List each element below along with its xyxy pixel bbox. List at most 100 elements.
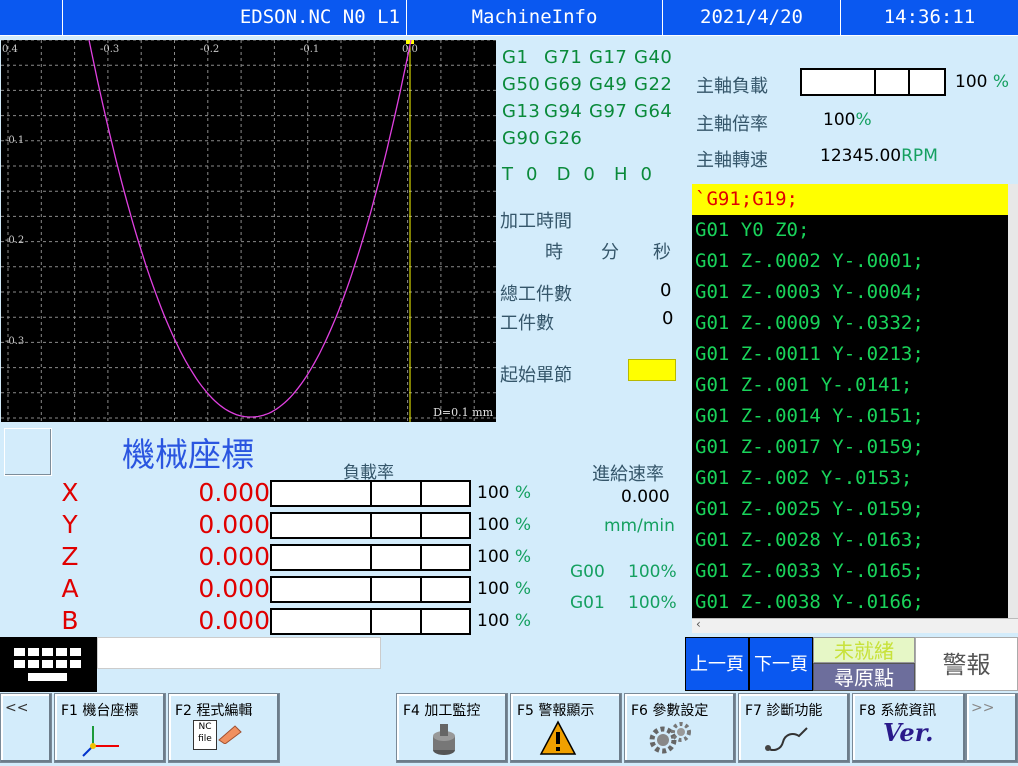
program-line[interactable]: G01 Z-.0038 Y-.0166; xyxy=(692,587,1008,618)
fkey-back[interactable]: << xyxy=(0,693,52,763)
title-bar: EDSON.NC N0 L1 MachineInfo 2021/4/20 14:… xyxy=(0,0,1018,36)
gear-icon xyxy=(649,722,691,754)
g00-override-value: 100% xyxy=(628,562,677,582)
message-area xyxy=(97,669,381,693)
program-line[interactable]: G01 Z-.001 Y-.0141; xyxy=(692,370,1008,401)
feed-rate-label: 進給速率 xyxy=(592,464,664,485)
modal-gcode-row: G13 G94 G97 G64 xyxy=(502,101,673,122)
spindle-load-bar xyxy=(800,68,946,96)
version-icon: Ver. xyxy=(883,718,934,747)
machining-time-label: 加工時間 xyxy=(500,211,572,232)
title-bar-blank xyxy=(0,0,62,35)
hour-label: 時 xyxy=(545,242,563,263)
time-display: 14:36:11 xyxy=(840,0,1018,35)
program-line[interactable]: G01 Z-.0002 Y-.0001; xyxy=(692,246,1008,277)
program-line[interactable]: G01 Y0 Z0; xyxy=(692,215,1008,246)
toolpath-plot[interactable]: 0.4 -0.3 -0.2 -0.1 0.0 -0.1 -0.2 -0.3 D=… xyxy=(1,39,496,422)
axis-load-value: 100 % xyxy=(477,515,532,535)
fkey-f2-program-edit[interactable]: F2 程式編輯 NC file xyxy=(168,693,280,763)
program-line[interactable]: G01 Z-.0014 Y-.0151; xyxy=(692,401,1008,432)
axis-label: A xyxy=(61,574,79,603)
axis-load-bar xyxy=(270,544,471,571)
modal-gcode-row: G50 G69 G49 G22 xyxy=(502,74,673,95)
axis-load-bar xyxy=(270,480,471,507)
program-line[interactable]: G01 Z-.0011 Y-.0213; xyxy=(692,339,1008,370)
keyboard-button[interactable] xyxy=(0,637,97,692)
axis-load-bar xyxy=(270,576,471,603)
axis-position: 0.000 xyxy=(198,510,270,539)
program-line[interactable]: G01 Z-.002 Y-.0153; xyxy=(692,463,1008,494)
spindle-load-value: 100 % xyxy=(955,72,1010,92)
g01-override-label: G01 xyxy=(570,593,605,613)
axis-load-value: 100 % xyxy=(477,611,532,631)
spindle-speed-value: 12345.00RPM xyxy=(820,146,938,166)
fkey-more[interactable]: >> xyxy=(966,693,1018,763)
fkey-blank xyxy=(282,693,396,763)
keyboard-icon xyxy=(14,648,81,681)
pencil-icon xyxy=(218,725,242,744)
g01-override-value: 100% xyxy=(628,593,677,613)
program-listing[interactable]: `G91;G19; G01 Y0 Z0; G01 Z-.0002 Y-.0001; G… xyxy=(692,184,1018,618)
total-parts-value: 0 xyxy=(660,280,672,301)
program-line[interactable]: G01 Z-.0033 Y-.0165; xyxy=(692,556,1008,587)
command-input[interactable] xyxy=(97,637,381,669)
program-line[interactable]: G01 Z-.0025 Y-.0159; xyxy=(692,494,1008,525)
warning-icon xyxy=(539,720,577,755)
fkey-f8-system-info[interactable]: F8 系統資訊 Ver. xyxy=(852,693,966,763)
toolpath-curve xyxy=(88,39,412,418)
axis-load-value: 100 % xyxy=(477,579,532,599)
program-line[interactable]: G01 Z-.0003 Y-.0004; xyxy=(692,277,1008,308)
next-page-button[interactable]: 下一頁 xyxy=(749,637,813,691)
axis-position: 0.000 xyxy=(198,574,270,603)
x-tick-label: -0.3 xyxy=(100,44,119,55)
program-line[interactable]: G01 Z-.0009 Y-.0332; xyxy=(692,308,1008,339)
x-tick-label: -0.1 xyxy=(300,44,319,55)
program-line[interactable]: G01 Z-.0028 Y-.0163; xyxy=(692,525,1008,556)
spindle-speed-label: 主軸轉速 xyxy=(696,150,768,171)
axis-label: B xyxy=(61,606,79,635)
fkey-f4-machining-monitor[interactable]: F4 加工監控 xyxy=(396,693,508,763)
axis-position: 0.000 xyxy=(198,542,270,571)
fkey-f6-parameter-settings[interactable]: F6 參數設定 xyxy=(624,693,736,763)
axis-load-bar xyxy=(270,608,471,635)
nc-file-icon: NC file xyxy=(193,720,217,750)
program-scrollbar-v[interactable] xyxy=(1008,184,1018,618)
coord-mode-button[interactable] xyxy=(4,428,52,476)
toolpath-svg: 0.4 -0.3 -0.2 -0.1 0.0 -0.1 -0.2 -0.3 D=… xyxy=(1,39,496,422)
fkey-f1-machine-coords[interactable]: F1 機台座標 xyxy=(54,693,166,763)
monitor-cylinder-icon xyxy=(433,724,455,755)
parts-value: 0 xyxy=(662,308,674,329)
spindle-override-value: 100% xyxy=(823,110,872,130)
second-label: 秒 xyxy=(653,242,671,263)
fkey-f7-diagnostics[interactable]: F7 診斷功能 xyxy=(738,693,850,763)
home-search-button[interactable]: 尋原點 xyxy=(813,663,915,691)
feed-rate-value: 0.000 xyxy=(621,487,670,507)
tool-offsets: T 0 D 0 H 0 xyxy=(502,164,653,185)
fkey-f5-alarm-display[interactable]: F5 警報顯示 xyxy=(510,693,622,763)
prev-page-button[interactable]: 上一頁 xyxy=(685,637,749,691)
start-block-input[interactable] xyxy=(628,359,676,381)
axis-label: X xyxy=(61,478,79,507)
y-tick-label: -0.3 xyxy=(5,336,24,347)
stethoscope-icon xyxy=(765,727,808,751)
program-line[interactable]: G01 Z-.0017 Y-.0159; xyxy=(692,432,1008,463)
axis-position: 0.000 xyxy=(198,606,270,635)
axis-position: 0.000 xyxy=(198,478,270,507)
parts-label: 工件數 xyxy=(500,313,554,334)
scale-label: D=0.1 mm xyxy=(433,406,493,419)
y-tick-label: -0.2 xyxy=(5,235,24,246)
modal-gcode-row: G1 G71 G17 G40 xyxy=(502,47,673,68)
total-parts-label: 總工件數 xyxy=(500,284,572,305)
modal-gcode-row: G90 G26 xyxy=(502,128,583,149)
alarm-button[interactable]: 警報 xyxy=(915,637,1018,691)
program-name: EDSON.NC N0 L1 xyxy=(62,0,406,35)
machine-coords-title: 機械座標 xyxy=(122,435,254,474)
spindle-override-label: 主軸倍率 xyxy=(696,114,768,135)
x-tick-label: 0.4 xyxy=(2,44,18,55)
program-scrollbar-h[interactable]: ‹ xyxy=(692,617,1018,633)
axis-label: Z xyxy=(61,542,79,571)
scroll-left-icon[interactable]: ‹ xyxy=(696,617,701,631)
x-tick-label: 0.0 xyxy=(402,44,418,55)
program-line[interactable]: `G91;G19; xyxy=(692,184,1008,215)
screen-name: MachineInfo xyxy=(406,0,662,35)
